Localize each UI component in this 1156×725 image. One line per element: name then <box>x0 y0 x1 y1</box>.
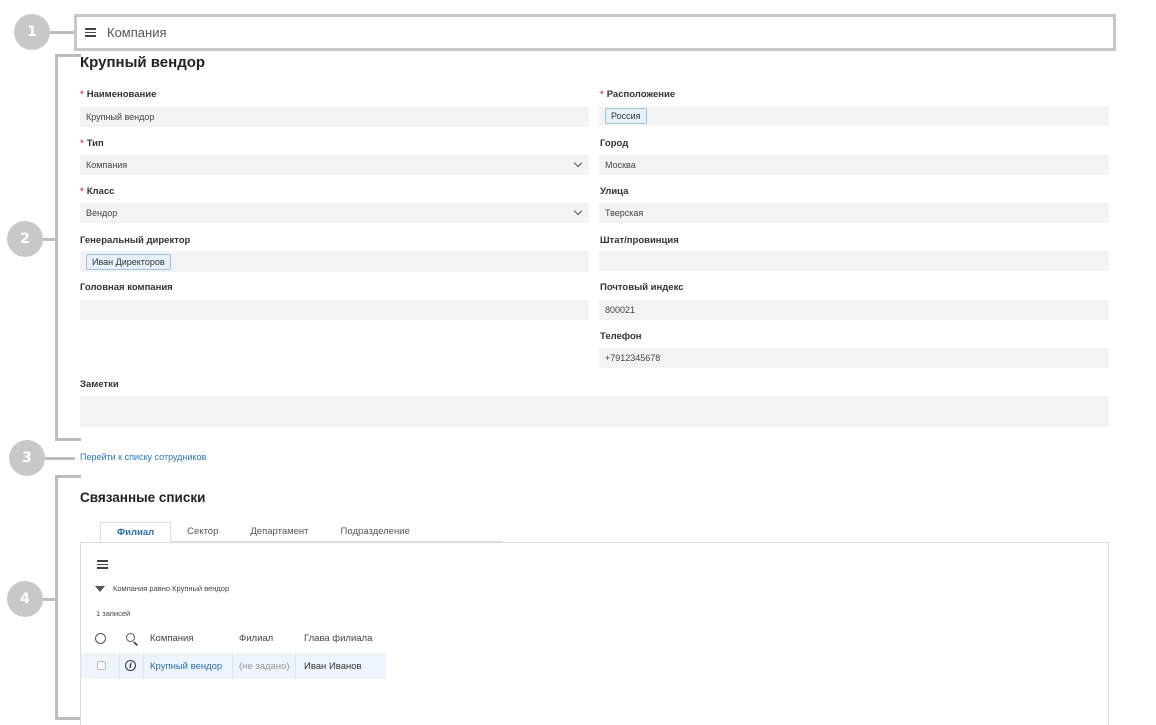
callout-marker-4: 4 <box>7 581 43 617</box>
bracket-4-top <box>55 475 81 478</box>
gear-icon[interactable] <box>95 633 106 644</box>
location-label: * Расположение <box>600 89 676 100</box>
callout-line-3 <box>45 457 75 460</box>
state-field[interactable] <box>599 251 1109 271</box>
tab-subdivision[interactable]: Подразделение <box>325 522 426 542</box>
location-field[interactable]: Россия <box>599 106 1109 126</box>
city-label: Город <box>600 138 629 149</box>
table-row[interactable]: i Крупный вендор (не задано) Иван Иванов <box>81 653 386 679</box>
column-divider <box>143 653 144 679</box>
bracket-2-top <box>55 54 81 57</box>
class-select[interactable]: Вендор <box>80 203 589 223</box>
info-icon[interactable]: i <box>125 660 136 671</box>
cell-company[interactable]: Крупный вендор <box>150 661 222 672</box>
class-label: * Класс <box>80 186 115 197</box>
records-count: 1 записей <box>96 609 131 618</box>
page-title: Крупный вендор <box>80 54 206 71</box>
menu-icon[interactable] <box>97 560 108 569</box>
header-title: Компания <box>107 25 167 40</box>
name-label: * Наименование <box>80 89 157 100</box>
header-bar: Компания <box>74 14 1116 51</box>
parent-company-label: Головная компания <box>80 282 173 293</box>
bracket-2-vertical <box>55 54 58 441</box>
cell-branch-head: Иван Иванов <box>304 661 362 672</box>
chevron-down-icon <box>573 158 583 168</box>
bracket-2-bottom <box>55 438 81 441</box>
required-mark: * <box>80 186 84 197</box>
ceo-field[interactable]: Иван Директоров <box>80 251 589 272</box>
column-branch[interactable]: Филиал <box>239 633 273 644</box>
ceo-label: Генеральный директор <box>80 235 191 246</box>
callout-marker-2: 2 <box>7 221 43 257</box>
chevron-down-icon <box>573 206 583 216</box>
column-branch-head[interactable]: Глава филиала <box>304 633 372 644</box>
column-divider <box>295 653 296 679</box>
phone-label: Телефон <box>600 331 642 342</box>
filter-row[interactable]: Компания равно Крупный вендор <box>95 584 229 593</box>
parent-company-field[interactable] <box>80 300 589 320</box>
ceo-chip[interactable]: Иван Директоров <box>86 253 171 270</box>
location-chip[interactable]: Россия <box>605 108 647 124</box>
employees-list-link[interactable]: Перейти к списку сотрудников <box>80 452 206 462</box>
column-divider <box>119 653 120 679</box>
required-mark: * <box>80 138 84 149</box>
column-company[interactable]: Компания <box>150 633 193 644</box>
tab-sector[interactable]: Сектор <box>171 522 234 542</box>
table-header: Компания Филиал Глава филиала <box>93 630 393 648</box>
search-icon[interactable] <box>126 633 135 642</box>
cell-branch: (не задано) <box>239 661 290 672</box>
tab-department[interactable]: Департамент <box>234 522 324 542</box>
phone-field[interactable]: +7912345678 <box>599 348 1109 368</box>
bracket-4-vertical <box>55 475 58 720</box>
state-label: Штат/провинция <box>600 235 679 246</box>
street-field[interactable]: Тверская <box>599 203 1109 223</box>
bracket-4-bottom <box>55 717 81 720</box>
callout-line-1 <box>50 31 74 34</box>
menu-icon[interactable] <box>85 28 97 37</box>
type-select[interactable]: Компания <box>80 155 589 175</box>
type-label: * Тип <box>80 138 104 149</box>
required-mark: * <box>80 89 84 100</box>
zip-field[interactable]: 800021 <box>599 300 1109 320</box>
related-lists-title: Связанные списки <box>80 490 206 505</box>
tab-branch[interactable]: Филиал <box>100 522 172 542</box>
filter-text: Компания равно Крупный вендор <box>113 584 230 593</box>
notes-field[interactable] <box>80 396 1109 427</box>
city-field[interactable]: Москва <box>599 155 1109 175</box>
zip-label: Почтовый индекс <box>600 282 684 293</box>
related-list-panel: Компания равно Крупный вендор 1 записей … <box>80 542 1109 725</box>
callout-marker-1: 1 <box>14 14 50 50</box>
name-field[interactable]: Крупный вендор <box>80 107 589 127</box>
related-tabs: Филиал Сектор Департамент Подразделение <box>100 522 502 542</box>
notes-label: Заметки <box>80 379 119 390</box>
column-divider <box>232 653 233 679</box>
required-mark: * <box>600 89 604 100</box>
filter-icon <box>95 585 105 592</box>
row-checkbox[interactable] <box>97 661 106 670</box>
callout-marker-3: 3 <box>9 440 45 476</box>
street-label: Улица <box>600 186 629 197</box>
